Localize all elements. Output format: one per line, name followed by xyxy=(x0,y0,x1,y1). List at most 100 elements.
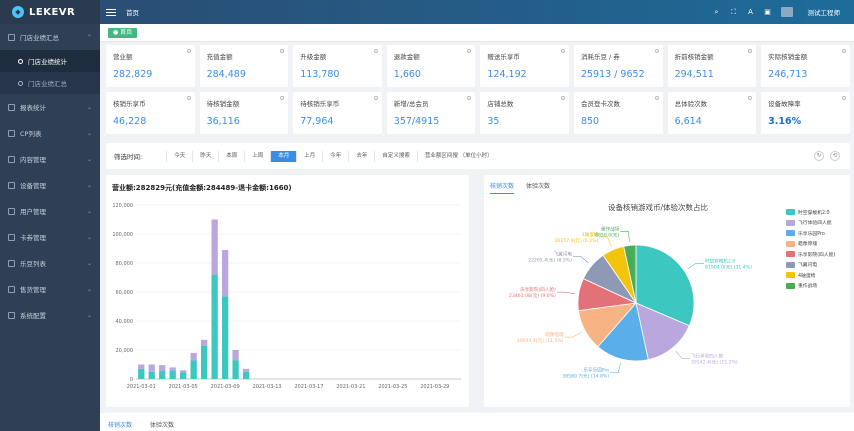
sidebar-item-7[interactable]: 用户管理 ⌄ xyxy=(0,198,100,224)
refresh-icon[interactable]: ↻ xyxy=(814,151,824,161)
stat-label: 店铺总数 xyxy=(487,100,514,108)
filter-option-0[interactable]: 今天 xyxy=(166,150,192,162)
legend-item[interactable]: 蜡像惊魂 xyxy=(786,239,835,250)
sidebar-item-4[interactable]: CP列表 ⌄ xyxy=(0,120,100,146)
info-icon[interactable] xyxy=(748,49,753,53)
legend-item[interactable]: 飞翼闪电 xyxy=(786,260,835,271)
slice-value-label: 22265.4(元) (8.5%) xyxy=(528,258,572,264)
info-icon[interactable] xyxy=(373,96,378,100)
bar-segment[interactable] xyxy=(242,371,250,379)
sidebar-item-11[interactable]: 系统配置 ⌄ xyxy=(0,302,100,328)
sidebar-item-0[interactable]: 门店业绩汇总 ⌃ xyxy=(0,24,100,50)
info-icon[interactable] xyxy=(467,49,472,53)
sidebar-item-9[interactable]: 乐豆列表 ⌄ xyxy=(0,250,100,276)
legend-label: 乐享影院(四人舱) xyxy=(798,252,836,258)
bar-segment[interactable] xyxy=(148,364,155,372)
bar-segment[interactable] xyxy=(159,365,166,372)
sidebar-item-1[interactable]: 门店业绩统计 xyxy=(0,50,100,72)
stat-label: 核销乐享币 xyxy=(113,100,146,108)
breadcrumb[interactable]: 首页 xyxy=(126,7,139,17)
info-icon[interactable] xyxy=(373,49,378,53)
legend-item[interactable]: 飞行体验四人舱 xyxy=(786,218,835,229)
bottom-tab-verify[interactable]: 核销次数 xyxy=(108,420,132,431)
stat-value: 6,614 xyxy=(674,116,702,127)
sidebar-item-label: 系统配置 xyxy=(20,312,46,320)
stat-card: 待核销金额 36,116 xyxy=(199,92,289,134)
info-icon[interactable] xyxy=(841,96,846,100)
legend-item[interactable]: 4轴蛋椅 xyxy=(786,270,835,281)
filter-option-6[interactable]: 今年 xyxy=(322,150,348,162)
brand-logo[interactable]: ◆ LEKEVR xyxy=(0,0,100,24)
bar-segment[interactable] xyxy=(138,364,145,369)
bar-segment[interactable] xyxy=(148,371,155,379)
menu-toggle-icon[interactable] xyxy=(106,7,116,18)
bar-segment[interactable] xyxy=(232,350,239,361)
info-icon[interactable] xyxy=(560,96,565,100)
bar-segment[interactable] xyxy=(180,370,187,373)
bar-segment[interactable] xyxy=(242,368,250,372)
fullscreen-icon[interactable]: ⛶ xyxy=(730,8,738,16)
legend-item[interactable]: 重作战场 xyxy=(786,281,835,292)
stat-label: 退款金额 xyxy=(393,53,420,61)
filter-option-3[interactable]: 上周 xyxy=(244,150,270,162)
menu-icon xyxy=(8,129,15,137)
reset-icon[interactable]: ⟲ xyxy=(830,151,840,161)
bar-segment[interactable] xyxy=(211,219,218,275)
pie-chart: 时空穿梭机2.081904.0(元) (31.4%) 飞行体验四人舱39142.4… xyxy=(509,225,752,379)
info-icon[interactable] xyxy=(280,49,285,53)
filter-option-7[interactable]: 去年 xyxy=(348,150,374,162)
filter-option-2[interactable]: 本周 xyxy=(218,150,244,162)
filter-option-8[interactable]: 自定义搜索 xyxy=(374,150,417,162)
bar-segment[interactable] xyxy=(221,296,229,379)
info-icon[interactable] xyxy=(654,49,659,53)
bar-segment[interactable] xyxy=(190,360,197,379)
legend-item[interactable]: 时空穿梭机2.0 xyxy=(786,207,835,218)
legend-swatch xyxy=(786,209,795,216)
sidebar-item-5[interactable]: 内容管理 ⌄ xyxy=(0,146,100,172)
user-name[interactable]: 测试工程师 xyxy=(808,7,841,17)
info-icon[interactable] xyxy=(280,96,285,100)
info-icon[interactable] xyxy=(841,49,846,53)
avatar[interactable] xyxy=(780,7,793,17)
bar-segment[interactable] xyxy=(211,274,218,379)
bar-segment[interactable] xyxy=(232,360,239,379)
bar-segment[interactable] xyxy=(201,345,208,379)
sidebar-item-6[interactable]: 设备管理 ⌄ xyxy=(0,172,100,198)
legend-item[interactable]: 乐享乐园Pro xyxy=(786,228,835,239)
y-tick-label: 40,000 xyxy=(116,319,134,325)
info-icon[interactable] xyxy=(748,96,753,100)
bar-segment[interactable] xyxy=(190,352,197,361)
circle-icon xyxy=(18,80,23,86)
bottom-tab-experience[interactable]: 体验次数 xyxy=(150,420,174,431)
filter-option-5[interactable]: 上月 xyxy=(296,150,322,162)
sidebar-item-2[interactable]: 门店业绩汇总 xyxy=(0,72,100,94)
bar-segment[interactable] xyxy=(169,367,176,371)
filter-option-1[interactable]: 昨天 xyxy=(192,150,218,162)
language-icon[interactable]: ▣ xyxy=(764,8,772,16)
sidebar-item-3[interactable]: 报表统计 ⌄ xyxy=(0,94,100,120)
filter-option-4[interactable]: 本月 xyxy=(270,150,297,162)
bar-segment[interactable] xyxy=(159,371,166,379)
sidebar: ◆ LEKEVR 门店业绩汇总 ⌃ 门店业绩统计 门店业绩汇总 报表统计 ⌄ CP列表 ⌄ 内容… xyxy=(0,0,100,431)
sidebar-item-label: 卡券管理 xyxy=(20,234,46,242)
info-icon[interactable] xyxy=(186,49,191,53)
pie-legend: 时空穿梭机2.0 飞行体验四人舱 乐享乐园Pro 蜡像惊魂乐享影院(四人舱) 飞翼闪电 4… xyxy=(786,207,835,291)
filter-option-9[interactable]: 营业额区间搜 （单位小时） xyxy=(416,150,500,162)
bar-segment[interactable] xyxy=(169,370,176,379)
bar-segment[interactable] xyxy=(138,368,145,379)
sidebar-item-8[interactable]: 卡券管理 ⌄ xyxy=(0,224,100,250)
info-icon[interactable] xyxy=(654,96,659,100)
legend-item[interactable]: 乐享影院(四人舱) xyxy=(786,249,835,260)
info-icon[interactable] xyxy=(467,96,472,100)
sidebar-item-10[interactable]: 售货管理 ⌄ xyxy=(0,276,100,302)
bar-segment[interactable] xyxy=(221,249,229,297)
font-size-icon[interactable]: A xyxy=(747,8,755,16)
search-icon[interactable]: ⌕ xyxy=(713,8,721,16)
bar-segment[interactable] xyxy=(180,372,187,379)
info-icon[interactable] xyxy=(186,96,191,100)
info-icon[interactable] xyxy=(560,49,565,53)
tab-home[interactable]: ● 首页 xyxy=(108,27,138,38)
bar-segment[interactable] xyxy=(201,339,208,346)
slice-label: 重作战场 xyxy=(601,225,620,232)
legend-label: 时空穿梭机2.0 xyxy=(798,210,830,216)
